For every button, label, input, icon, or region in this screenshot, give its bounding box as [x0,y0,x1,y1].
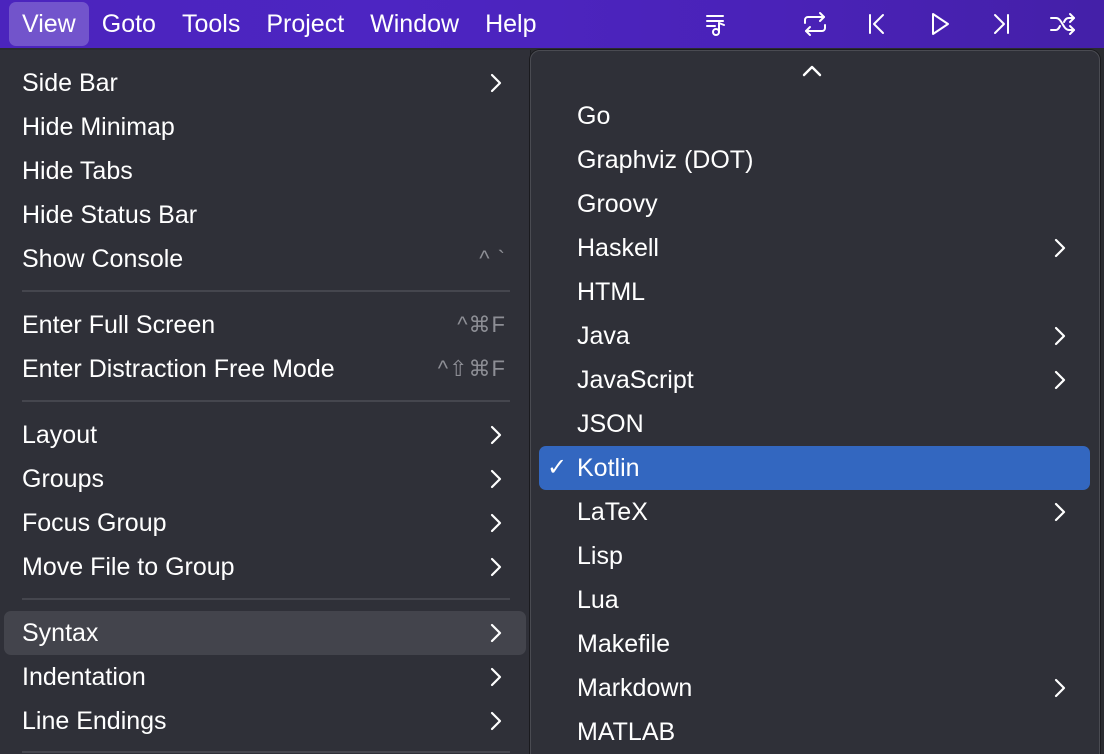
menu-item-line-endings[interactable]: Line Endings [4,699,526,743]
menu-item-label: Show Console [22,245,184,273]
repeat-icon[interactable] [798,8,832,40]
syntax-item-lua[interactable]: Lua [539,578,1090,622]
menu-separator [22,751,510,753]
menu-item-groups[interactable]: Groups [4,457,526,501]
syntax-item-label: Java [577,322,630,350]
menu-bar: View Goto Tools Project Window Help [0,0,1104,48]
syntax-item-latex[interactable]: LaTeX [539,490,1090,534]
chevron-right-icon [1054,678,1066,698]
menu-item-move-file-to-group[interactable]: Move File to Group [4,545,526,589]
chevron-right-icon [1054,238,1066,258]
menu-item-hide-tabs[interactable]: Hide Tabs [4,149,526,193]
chevron-right-icon [490,667,502,687]
menu-item-label: Move File to Group [22,553,235,581]
menu-item-label: Side Bar [22,69,118,97]
menu-item-label: Line Endings [22,707,167,735]
shortcut-label: ^⇧⌘F [437,356,506,381]
syntax-item-javascript[interactable]: JavaScript [539,358,1090,402]
menu-item-show-console[interactable]: Show Console ^ ` [4,237,526,281]
syntax-item-java[interactable]: Java [539,314,1090,358]
syntax-item-graphviz[interactable]: Graphviz (DOT) [539,138,1090,182]
skip-back-icon[interactable] [860,8,894,40]
syntax-item-label: Go [577,102,611,130]
view-menu: Side Bar Hide Minimap Hide Tabs Hide Sta… [0,50,531,754]
menu-item-label: Groups [22,465,104,493]
syntax-item-label: LaTeX [577,498,648,526]
syntax-item-html[interactable]: HTML [539,270,1090,314]
menu-item-layout[interactable]: Layout [4,413,526,457]
chevron-right-icon [490,557,502,577]
menu-item-indentation[interactable]: Indentation [4,655,526,699]
menu-item-syntax[interactable]: Syntax [4,611,526,655]
syntax-item-haskell[interactable]: Haskell [539,226,1090,270]
syntax-item-label: Groovy [577,190,658,218]
menu-separator [22,290,510,292]
up-chevron-icon[interactable] [799,59,825,81]
chevron-right-icon [1054,502,1066,522]
menu-item-side-bar[interactable]: Side Bar [4,61,526,105]
menu-item-focus-group[interactable]: Focus Group [4,501,526,545]
music-queue-icon[interactable] [700,8,734,40]
menu-tools[interactable]: Tools [169,2,253,46]
syntax-item-label: MATLAB [577,718,676,746]
play-icon[interactable] [922,8,956,40]
syntax-item-label: Markdown [577,674,693,702]
syntax-item-label: Lisp [577,542,623,570]
menu-separator [22,400,510,402]
checkmark-icon: ✓ [547,454,568,481]
chevron-right-icon [490,711,502,731]
menu-item-enter-full-screen[interactable]: Enter Full Screen ^⌘F [4,303,526,347]
syntax-item-label: JSON [577,410,644,438]
menu-help[interactable]: Help [472,2,549,46]
chevron-right-icon [490,425,502,445]
syntax-item-label: Haskell [577,234,659,262]
syntax-item-markdown[interactable]: Markdown [539,666,1090,710]
chevron-right-icon [490,513,502,533]
shortcut-label: ^ ` [479,246,506,271]
menu-item-label: Layout [22,421,98,449]
screen: View Goto Tools Project Window Help Side… [0,0,1104,754]
menu-item-hide-minimap[interactable]: Hide Minimap [4,105,526,149]
menu-item-label: Focus Group [22,509,167,537]
menu-item-hide-status-bar[interactable]: Hide Status Bar [4,193,526,237]
syntax-item-groovy[interactable]: Groovy [539,182,1090,226]
menu-item-label: Hide Tabs [22,157,133,185]
syntax-item-lisp[interactable]: Lisp [539,534,1090,578]
syntax-item-makefile[interactable]: Makefile [539,622,1090,666]
chevron-right-icon [1054,326,1066,346]
menu-view[interactable]: View [9,2,89,46]
syntax-item-label: Makefile [577,630,671,658]
syntax-submenu: Go Graphviz (DOT) Groovy Haskell HTML Ja… [530,50,1100,754]
menu-item-label: Hide Status Bar [22,201,198,229]
syntax-item-matlab[interactable]: MATLAB [539,710,1090,754]
chevron-right-icon [490,623,502,643]
menu-project[interactable]: Project [253,2,357,46]
chevron-right-icon [490,469,502,489]
syntax-item-label: Kotlin [577,454,640,482]
syntax-item-label: Graphviz (DOT) [577,146,754,174]
chevron-right-icon [490,73,502,93]
syntax-item-label: Lua [577,586,619,614]
menu-item-distraction-free-mode[interactable]: Enter Distraction Free Mode ^⇧⌘F [4,347,526,391]
syntax-item-label: JavaScript [577,366,694,394]
menu-separator [22,598,510,600]
shortcut-label: ^⌘F [457,312,506,337]
menu-item-label: Enter Full Screen [22,311,216,339]
skip-forward-icon[interactable] [984,8,1018,40]
syntax-item-json[interactable]: JSON [539,402,1090,446]
syntax-item-kotlin[interactable]: ✓ Kotlin [539,446,1090,490]
syntax-item-label: HTML [577,278,646,306]
menu-goto[interactable]: Goto [89,2,169,46]
menu-item-label: Syntax [22,619,99,647]
shuffle-icon[interactable] [1046,8,1080,40]
menu-item-label: Enter Distraction Free Mode [22,355,335,383]
menu-item-label: Indentation [22,663,146,691]
chevron-right-icon [1054,370,1066,390]
syntax-item-go[interactable]: Go [539,94,1090,138]
menu-window[interactable]: Window [357,2,472,46]
menu-item-label: Hide Minimap [22,113,175,141]
